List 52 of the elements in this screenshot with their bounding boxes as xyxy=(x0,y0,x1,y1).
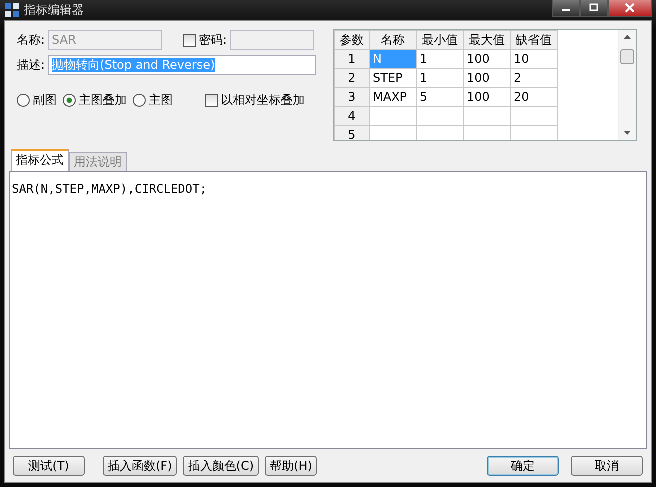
close-button[interactable] xyxy=(608,0,652,17)
overlay-checkbox[interactable] xyxy=(205,94,218,106)
toolbar-button[interactable]: 帮助(H) xyxy=(265,456,318,476)
description-text: 抛物转向(Stop and Reverse) xyxy=(52,58,216,72)
table-cell[interactable]: 100 xyxy=(464,50,510,68)
table-cell[interactable]: 100 xyxy=(464,68,510,88)
scrollbar[interactable] xyxy=(618,30,636,140)
dialog-button[interactable]: 确定 xyxy=(487,456,559,476)
maximize-icon xyxy=(588,3,600,13)
table-cell[interactable]: 1 xyxy=(416,68,464,88)
minimize-button[interactable] xyxy=(552,0,580,17)
table-cell[interactable]: 100 xyxy=(464,88,510,106)
password-label: 密码: xyxy=(199,32,228,48)
maximize-button[interactable] xyxy=(580,0,608,17)
row-number: 4 xyxy=(334,106,370,126)
overlay-label: 以相对坐标叠加 xyxy=(221,92,305,108)
description-label: 描述: xyxy=(17,56,46,74)
app-icon xyxy=(4,2,20,18)
column-header: 参数 xyxy=(334,30,370,50)
radio-button[interactable] xyxy=(63,94,76,106)
row-number: 3 xyxy=(334,88,370,106)
table-cell[interactable]: STEP xyxy=(370,68,416,88)
row-number: 2 xyxy=(334,68,370,88)
column-header: 名称 xyxy=(370,30,416,50)
toolbar-button[interactable]: 插入颜色(C) xyxy=(183,456,260,476)
table-cell[interactable] xyxy=(416,106,464,126)
table-cell[interactable] xyxy=(464,106,510,126)
window-title: 指标编辑器 xyxy=(24,2,84,18)
table-cell[interactable]: 5 xyxy=(416,88,464,106)
table-cell[interactable]: 1 xyxy=(416,50,464,68)
row-number: 5 xyxy=(334,126,370,140)
row-number: 1 xyxy=(334,50,370,68)
radio-label: 主图叠加 xyxy=(79,92,127,108)
tab[interactable]: 指标公式 xyxy=(11,149,69,171)
radio-button[interactable] xyxy=(133,94,146,106)
radio-label: 主图 xyxy=(149,92,173,108)
tab[interactable]: 用法说明 xyxy=(69,152,127,171)
table-cell[interactable]: MAXP xyxy=(370,88,416,106)
password-checkbox[interactable] xyxy=(183,34,196,46)
column-header: 最大值 xyxy=(464,30,510,50)
table-cell[interactable] xyxy=(370,106,416,126)
radio-label: 副图 xyxy=(33,92,57,108)
column-header: 缺省值 xyxy=(510,30,558,50)
column-header: 最小值 xyxy=(416,30,464,50)
formula-text: SAR(N,STEP,MAXP),CIRCLEDOT; xyxy=(12,182,208,196)
name-label: 名称: xyxy=(17,32,46,48)
formula-editor[interactable]: SAR(N,STEP,MAXP),CIRCLEDOT; xyxy=(9,171,647,449)
toolbar-button[interactable]: 插入函数(F) xyxy=(103,456,178,476)
close-icon xyxy=(623,3,637,13)
radio-button[interactable] xyxy=(17,94,30,106)
toolbar-button[interactable]: 测试(T) xyxy=(13,456,85,476)
dialog-button[interactable]: 取消 xyxy=(571,456,643,476)
